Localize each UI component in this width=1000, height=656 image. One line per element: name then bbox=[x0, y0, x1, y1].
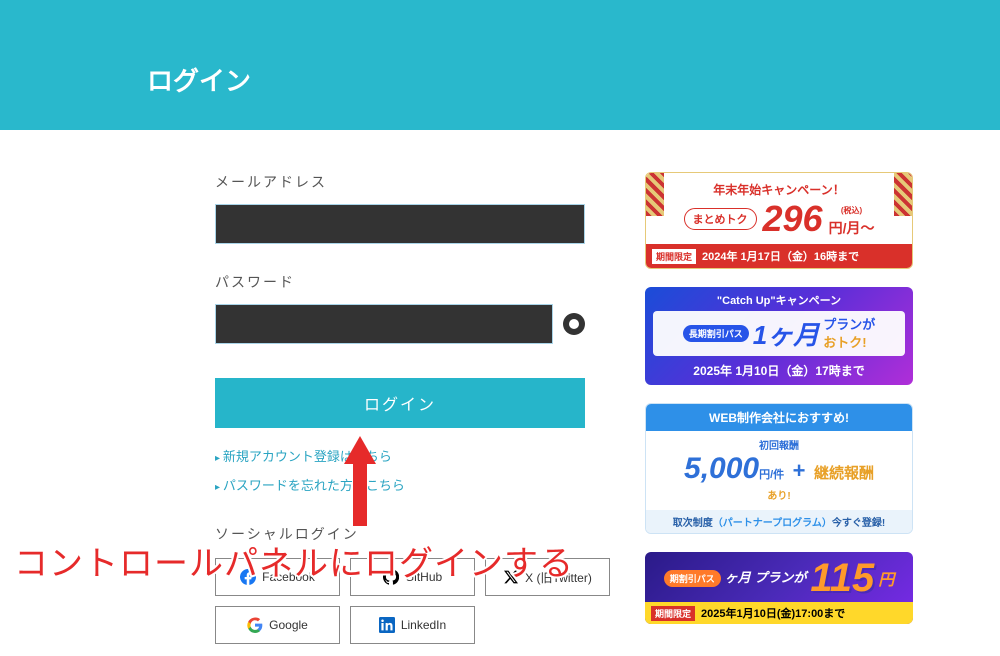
page-header: ログイン bbox=[0, 28, 1000, 130]
b2-big: 1ヶ月 bbox=[753, 315, 819, 352]
b3-init: 初回報酬 bbox=[654, 437, 904, 452]
show-password-icon[interactable] bbox=[563, 313, 585, 335]
facebook-icon bbox=[240, 569, 256, 585]
b1-price: 296 bbox=[763, 201, 823, 237]
github-label: GitHub bbox=[405, 570, 442, 584]
b3-price: 5,000 bbox=[684, 452, 759, 485]
b2-badge: 長期割引パス bbox=[683, 325, 749, 342]
b4-price: 115 bbox=[810, 558, 874, 598]
top-bar bbox=[0, 0, 1000, 28]
page-title: ログイン bbox=[147, 61, 251, 98]
github-login-button[interactable]: GitHub bbox=[350, 558, 475, 596]
b1-tax: (税込) bbox=[841, 206, 862, 215]
b2-otoku: おトク! bbox=[823, 335, 866, 350]
linkedin-login-button[interactable]: LinkedIn bbox=[350, 606, 475, 644]
facebook-login-button[interactable]: Facebook bbox=[215, 558, 340, 596]
b2-deadline: 2025年 1月10日（金）17時まで bbox=[645, 356, 913, 385]
login-button[interactable]: ログイン bbox=[215, 378, 585, 428]
x-icon bbox=[503, 569, 519, 585]
linkedin-icon bbox=[379, 617, 395, 633]
google-icon bbox=[247, 617, 263, 633]
login-form: メールアドレス パスワード ログイン 新規アカウント登録はこちら パスワードを忘… bbox=[215, 172, 585, 644]
b4-badge: 期割引パス bbox=[664, 570, 721, 587]
google-login-button[interactable]: Google bbox=[215, 606, 340, 644]
x-login-button[interactable]: X (旧Twitter) bbox=[485, 558, 610, 596]
b3-partner: （パートナープログラム） bbox=[713, 518, 832, 529]
email-input[interactable] bbox=[215, 204, 585, 244]
b4-month: ヶ月 プランが bbox=[725, 571, 807, 585]
register-link[interactable]: 新規アカウント登録はこちら bbox=[215, 446, 585, 465]
github-icon bbox=[383, 569, 399, 585]
b1-deadline: 2024年 1月17日（金）16時まで bbox=[702, 248, 859, 264]
b4-limited: 期間限定 bbox=[651, 606, 695, 621]
b1-badge: まとめトク bbox=[684, 208, 757, 230]
b1-unit: 円/月〜 bbox=[829, 220, 875, 236]
linkedin-label: LinkedIn bbox=[401, 618, 446, 632]
b3-ari: あり! bbox=[767, 491, 790, 502]
campaign-banner-2[interactable]: "Catch Up"キャンペーン 長期割引パス 1ヶ月 プランがおトク! 202… bbox=[645, 287, 913, 385]
b3-top: WEB制作会社におすすめ! bbox=[646, 404, 912, 431]
password-label: パスワード bbox=[215, 272, 585, 292]
b4-deadline: 2025年1月10日(金)17:00まで bbox=[701, 605, 845, 621]
forgot-password-link[interactable]: パスワードを忘れた方はこちら bbox=[215, 475, 585, 494]
campaign-banner-1[interactable]: 年末年始キャンペーン！ まとめトク 296 (税込) 円/月〜 期間限定 2024… bbox=[645, 172, 913, 269]
campaign-banner-3[interactable]: WEB制作会社におすすめ! 初回報酬 5,000円/件 + 継続報酬あり! 取次… bbox=[645, 403, 913, 534]
sidebar-banners: 年末年始キャンペーン！ まとめトク 296 (税込) 円/月〜 期間限定 2024… bbox=[645, 172, 913, 644]
b3-unit: 円/件 bbox=[759, 469, 784, 481]
b4-yen: 円 bbox=[878, 566, 894, 590]
b2-campaign: "Catch Up"キャンペーン bbox=[645, 287, 913, 311]
google-label: Google bbox=[269, 618, 308, 632]
b3-bottom-post: 今すぐ登録! bbox=[832, 518, 885, 529]
email-label: メールアドレス bbox=[215, 172, 585, 192]
b3-bottom-pre: 取次制度 bbox=[673, 518, 713, 529]
password-input[interactable] bbox=[215, 304, 553, 344]
b3-plus: + bbox=[793, 458, 806, 483]
b3-keizoku: 継続報酬 bbox=[814, 465, 874, 482]
b1-campaign: 年末年始キャンペーン！ bbox=[656, 181, 902, 198]
facebook-label: Facebook bbox=[262, 570, 315, 584]
campaign-banner-4[interactable]: 期割引パス ヶ月 プランが 115 円 期間限定 2025年1月10日(金)17… bbox=[645, 552, 913, 624]
x-label: X (旧Twitter) bbox=[525, 569, 592, 586]
social-login-title: ソーシャルログイン bbox=[215, 524, 585, 544]
b2-plan: プランが bbox=[823, 317, 875, 332]
b1-limited: 期間限定 bbox=[652, 249, 696, 264]
